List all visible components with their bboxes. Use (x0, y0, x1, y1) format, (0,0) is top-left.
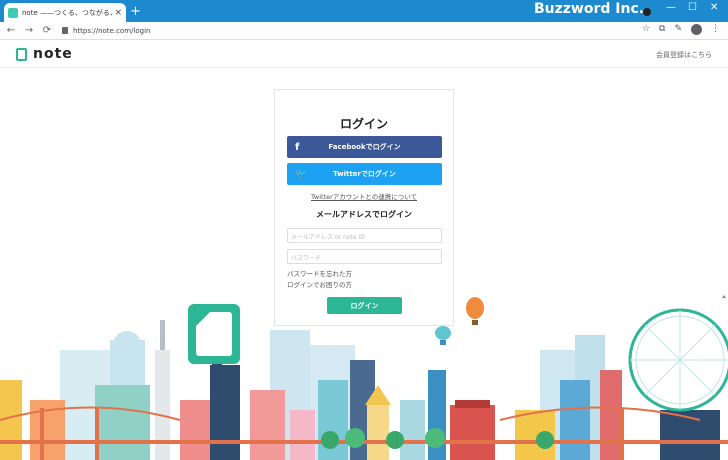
twitter-login-button[interactable]: 🐦 Twitterでログイン (287, 163, 442, 185)
watermark: Buzzword Inc. (534, 1, 645, 17)
close-window-button[interactable]: ✕ (710, 2, 718, 13)
profile-dot-icon (643, 8, 651, 16)
new-tab-button[interactable]: + (130, 4, 141, 20)
back-button[interactable]: ← (4, 25, 18, 36)
extension-icon[interactable]: ⧉ (659, 24, 665, 35)
browser-toolbar: ☆ ⧉ ✎ ⋮ (642, 24, 720, 35)
logo-text: note (33, 46, 73, 62)
tab-close-icon[interactable]: × (114, 8, 122, 18)
scrollbar[interactable] (720, 40, 728, 460)
login-card: ログイン f Facebookでログイン 🐦 Twitterでログイン Twit… (274, 89, 454, 326)
facebook-login-label: Facebookでログイン (328, 143, 401, 151)
url-text: https://note.com/login (73, 26, 151, 35)
puzzle-icon[interactable]: ✎ (674, 24, 682, 35)
browser-titlebar: note ——つくる、つながる、とどける。 × + Buzzword Inc. … (0, 0, 728, 22)
account-avatar-icon[interactable] (691, 24, 702, 35)
twitter-login-label: Twitterでログイン (333, 170, 396, 178)
forgot-password-link[interactable]: パスワードを忘れた方 (287, 268, 352, 278)
twitter-bird-icon: 🐦 (295, 168, 308, 180)
email-input[interactable]: メールアドレス or note ID (287, 228, 442, 243)
lock-icon (62, 27, 68, 34)
signup-link[interactable]: 会員登録はこちら (656, 50, 712, 60)
browser-tab[interactable]: note ——つくる、つながる、とどける。 × (4, 3, 126, 22)
maximize-button[interactable]: ☐ (688, 2, 697, 13)
note-logo-icon (16, 47, 27, 61)
address-bar: ← → ⟳ https://note.com/login ☆ ⧉ ✎ ⋮ (0, 22, 728, 40)
site-header: note 会員登録はこちら (0, 40, 728, 68)
note-logo[interactable]: note (16, 46, 73, 62)
forward-button[interactable]: → (22, 25, 36, 36)
facebook-icon: f (295, 141, 300, 153)
email-login-heading: メールアドレスでログイン (316, 210, 412, 219)
twitter-link-info[interactable]: Twitterアカウントとの連携について (275, 191, 453, 201)
note-favicon-icon (8, 7, 18, 18)
tab-title: note ——つくる、つながる、とどける。 (22, 8, 112, 17)
login-submit-button[interactable]: ログイン (327, 297, 402, 314)
facebook-login-button[interactable]: f Facebookでログイン (287, 136, 442, 158)
reload-button[interactable]: ⟳ (40, 25, 54, 36)
url-field[interactable]: https://note.com/login (62, 27, 150, 35)
menu-kebab-icon[interactable]: ⋮ (711, 24, 720, 35)
login-help-link[interactable]: ログインでお困りの方 (287, 279, 352, 289)
password-input[interactable]: パスワード (287, 249, 442, 264)
minimize-button[interactable]: — (666, 2, 676, 13)
bookmark-star-icon[interactable]: ☆ (642, 24, 650, 35)
login-title: ログイン (339, 117, 388, 131)
